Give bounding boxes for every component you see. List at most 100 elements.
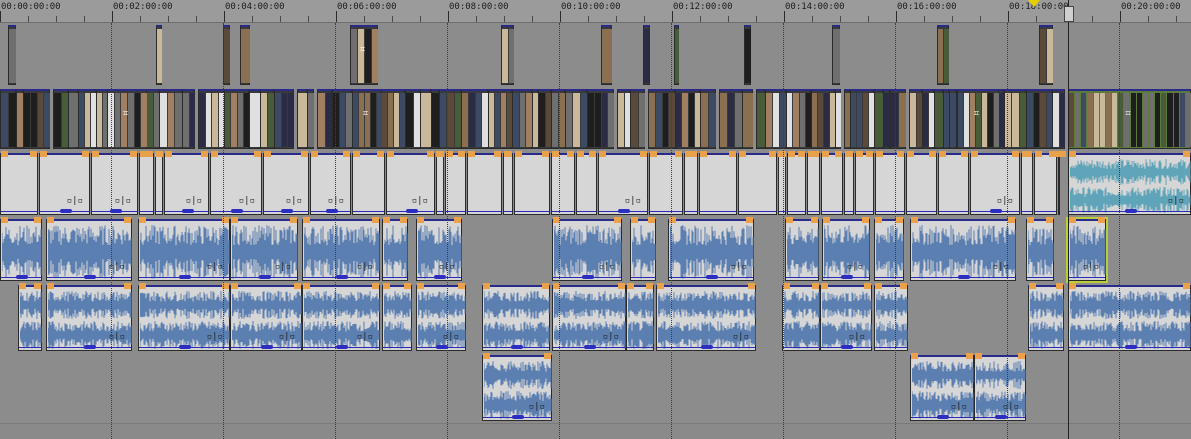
fade-handle[interactable] (404, 283, 411, 289)
video-event-clip[interactable] (675, 89, 700, 149)
video-event-clip[interactable] (332, 89, 352, 149)
event-fx-icon[interactable]: ▫|▫ (357, 262, 373, 272)
video-event-clip[interactable] (53, 89, 68, 149)
video-event-clip[interactable] (439, 89, 461, 149)
video-event-clip[interactable] (297, 89, 307, 149)
fade-handle[interactable] (783, 283, 790, 289)
volume-envelope-line[interactable] (1069, 277, 1105, 278)
fade-handle[interactable] (515, 151, 522, 157)
fade-handle[interactable] (222, 217, 229, 223)
volume-envelope-line[interactable] (739, 211, 776, 212)
volume-envelope-line[interactable] (808, 211, 819, 212)
volume-envelope-line[interactable] (468, 211, 501, 212)
volume-envelope-line[interactable] (876, 211, 904, 212)
fade-handle[interactable] (788, 151, 795, 157)
fade-handle[interactable] (1012, 151, 1019, 157)
video-event-clip[interactable] (223, 25, 230, 85)
volume-envelope-line[interactable] (856, 211, 873, 212)
audio-event-clip[interactable] (382, 217, 408, 281)
fade-handle[interactable] (835, 151, 842, 157)
fade-handle[interactable] (553, 217, 560, 223)
fade-handle[interactable] (907, 151, 914, 157)
fade-handle[interactable] (254, 151, 261, 157)
video-event-clip[interactable] (224, 89, 249, 149)
audio-event-clip[interactable] (855, 151, 874, 215)
audio-event-clip[interactable]: ▫|▫ (416, 283, 466, 351)
fade-handle[interactable] (822, 151, 829, 157)
video-event-clip[interactable] (307, 89, 314, 149)
volume-envelope-line[interactable] (939, 211, 968, 212)
fade-handle[interactable] (739, 151, 746, 157)
audio-event-clip[interactable] (738, 151, 777, 215)
fade-handle[interactable] (139, 283, 146, 289)
event-fx-icon[interactable]: ▫|▫ (279, 332, 295, 342)
video-event-clip[interactable]: ⌗ (350, 25, 378, 85)
audio-event-clip[interactable] (503, 151, 513, 215)
video-event-clip[interactable] (786, 89, 811, 149)
audio-event-clip[interactable]: ▫|▫ (230, 283, 302, 351)
audio-event-clip[interactable] (382, 283, 412, 351)
fade-handle[interactable] (294, 283, 301, 289)
fade-handle[interactable] (30, 151, 37, 157)
fade-handle[interactable] (1069, 283, 1076, 289)
video-event-clip[interactable] (146, 89, 159, 149)
fade-handle[interactable] (1035, 151, 1042, 157)
fade-handle[interactable] (897, 151, 904, 157)
fade-handle[interactable] (1025, 151, 1032, 157)
event-fx-icon[interactable]: ▫|▫ (599, 262, 615, 272)
video-event-clip[interactable] (742, 89, 753, 149)
event-pan-crop-icon[interactable]: ⌗ (974, 109, 979, 119)
video-event-clip[interactable] (700, 89, 716, 149)
audio-event-clip[interactable] (626, 283, 654, 351)
video-event-clip[interactable] (949, 89, 956, 149)
volume-envelope-line[interactable] (650, 211, 682, 212)
fade-handle[interactable] (542, 283, 549, 289)
video-event-clip[interactable] (1039, 25, 1053, 85)
fade-handle[interactable] (811, 217, 818, 223)
volume-envelope-line[interactable] (552, 211, 574, 212)
audio-event-clip[interactable] (699, 151, 737, 215)
audio-track-4[interactable]: ▫|▫ ▫|▫ ▫|▫ (0, 353, 1191, 424)
video-event-clip[interactable] (630, 89, 645, 149)
volume-envelope-line[interactable] (19, 347, 41, 348)
video-event-clip[interactable] (587, 89, 614, 149)
fade-handle[interactable] (1098, 217, 1105, 223)
fade-handle[interactable] (1059, 151, 1066, 157)
event-fx-icon[interactable]: ▫|▫ (186, 196, 202, 206)
fade-handle[interactable] (748, 283, 755, 289)
audio-event-clip[interactable] (139, 151, 154, 215)
event-fx-icon[interactable]: ▫|▫ (67, 196, 83, 206)
fade-handle[interactable] (900, 283, 907, 289)
fade-handle[interactable] (544, 353, 551, 359)
volume-envelope-line[interactable] (788, 211, 805, 212)
audio-event-clip[interactable]: ▫|▫ (820, 283, 872, 351)
volume-envelope-line[interactable] (875, 347, 907, 348)
fade-handle[interactable] (165, 151, 172, 157)
fade-handle[interactable] (640, 151, 647, 157)
video-event-clip[interactable] (883, 89, 890, 149)
video-event-clip[interactable]: ⌗ (107, 89, 147, 149)
video-event-clip[interactable] (68, 89, 78, 149)
event-fx-icon[interactable]: ▫|▫ (109, 262, 125, 272)
video-event-clip[interactable] (617, 89, 630, 149)
audio-event-clip[interactable]: ▫|▫ (164, 151, 209, 215)
audio-event-clip[interactable] (785, 217, 819, 281)
fade-handle[interactable] (468, 151, 475, 157)
video-event-clip[interactable] (811, 89, 835, 149)
video-event-clip[interactable] (1026, 89, 1052, 149)
event-fx-icon[interactable]: ▫|▫ (1003, 402, 1019, 412)
audio-event-clip[interactable]: ▫|▫ (598, 151, 648, 215)
video-event-clip[interactable] (601, 25, 612, 85)
video-event-clip[interactable] (909, 89, 922, 149)
fade-handle[interactable] (627, 283, 634, 289)
audio-event-clip[interactable]: ▫|▫ (91, 151, 138, 215)
fade-handle[interactable] (311, 151, 318, 157)
fade-handle[interactable] (875, 283, 882, 289)
video-event-clip[interactable] (420, 89, 431, 149)
volume-envelope-line[interactable] (822, 211, 842, 212)
fade-handle[interactable] (1052, 151, 1059, 157)
fade-handle[interactable] (812, 283, 819, 289)
fade-handle[interactable] (454, 217, 461, 223)
audio-event-clip[interactable] (0, 151, 38, 215)
volume-envelope-line[interactable] (1022, 211, 1032, 212)
